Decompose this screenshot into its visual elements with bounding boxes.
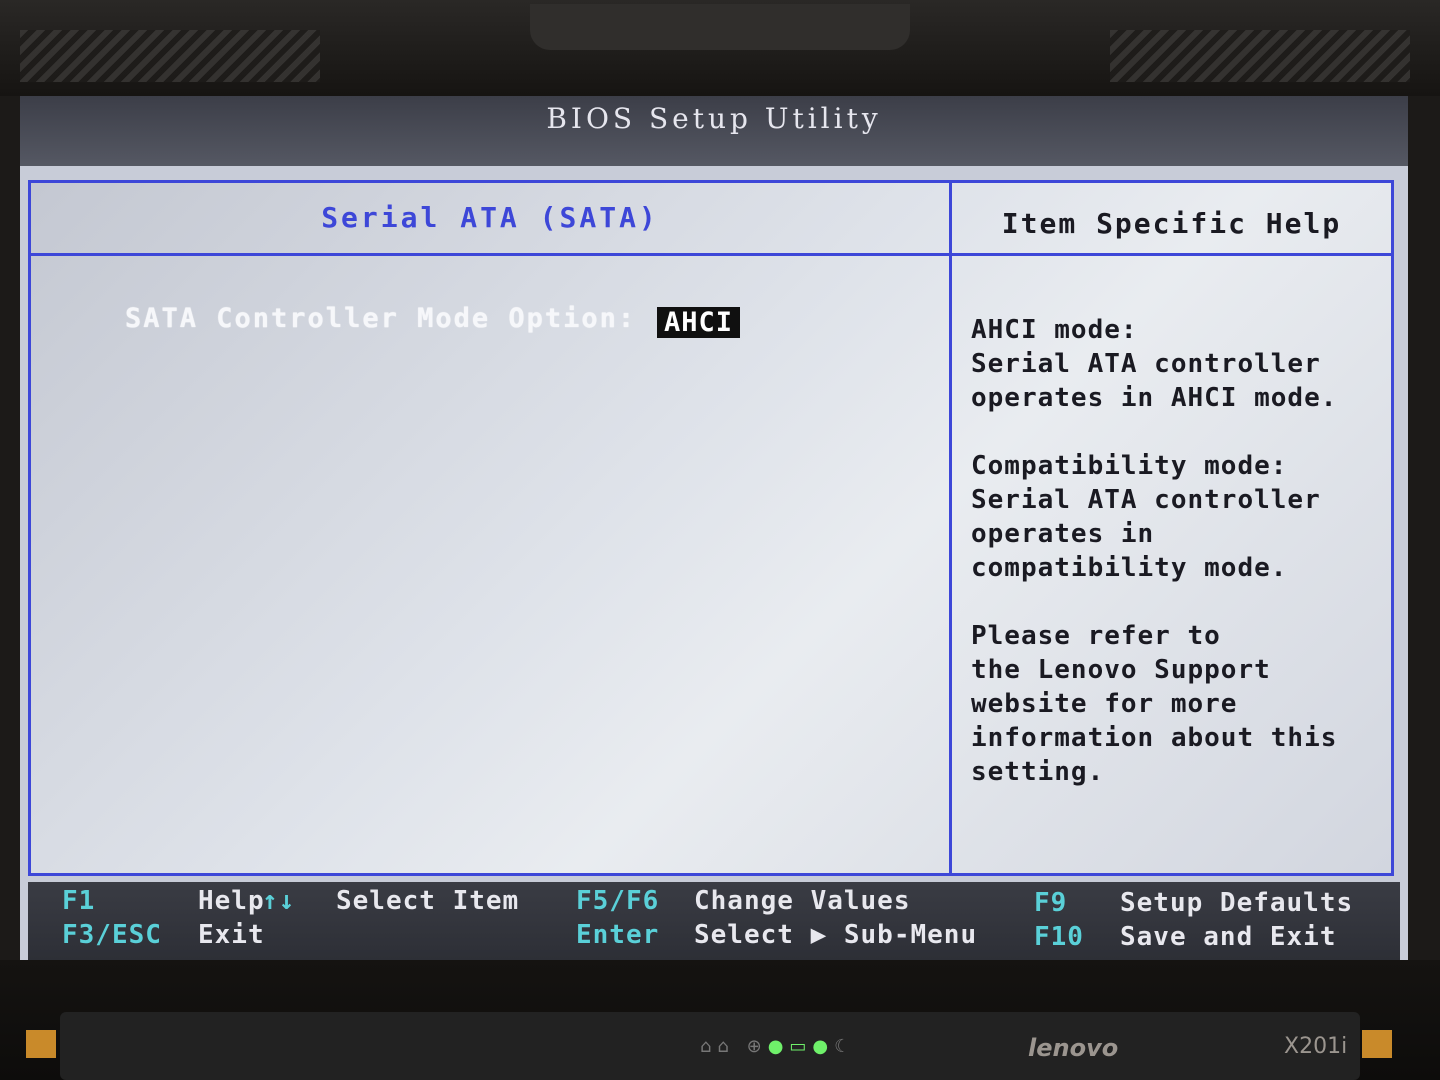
help-title: Item Specific Help xyxy=(1001,207,1342,240)
power-led-icon: ●▭● xyxy=(767,1036,835,1057)
key-f3esc: F3/ESC xyxy=(62,920,162,950)
key-arrows-desc: Select Item xyxy=(336,886,520,916)
key-legend-footer: F1 Help ↑↓ Select Item F5/F6 Change Valu… xyxy=(28,882,1400,960)
camera-plate xyxy=(530,4,910,50)
key-f9-desc: Setup Defaults xyxy=(1120,888,1354,918)
sata-mode-option-label[interactable]: SATA Controller Mode Option: xyxy=(125,303,636,334)
help-paragraph-support: Please refer to the Lenovo Support websi… xyxy=(971,621,1338,787)
vent-grille-left xyxy=(20,30,320,82)
sata-mode-option-value[interactable]: AHCI xyxy=(657,307,741,338)
key-f10-desc: Save and Exit xyxy=(1120,922,1337,952)
key-f3esc-desc: Exit xyxy=(198,920,265,950)
lock-icon: ⌂⌂ xyxy=(700,1036,735,1057)
arrow-keys-icon: ↑↓ xyxy=(262,886,296,916)
help-divider xyxy=(949,183,952,873)
key-f5f6: F5/F6 xyxy=(576,886,660,916)
sleep-icon: ☾ xyxy=(834,1036,857,1057)
key-f1-desc: Help xyxy=(198,886,265,916)
section-title: Serial ATA (SATA) xyxy=(321,201,659,234)
model-label: X201i xyxy=(1284,1034,1348,1059)
help-paragraph-ahci: AHCI mode: Serial ATA controller operate… xyxy=(971,315,1338,413)
key-enter: Enter xyxy=(576,920,660,950)
key-f10: F10 xyxy=(1034,922,1084,952)
key-enter-desc: Select ▶ Sub-Menu xyxy=(694,920,978,950)
latch-right xyxy=(1362,1030,1392,1058)
laptop-bezel-top xyxy=(0,0,1440,96)
header-divider xyxy=(31,253,1391,256)
key-f5f6-desc: Change Values xyxy=(694,886,911,916)
main-panel: Serial ATA (SATA) Item Specific Help SAT… xyxy=(28,180,1394,876)
vent-grille-right xyxy=(1110,30,1410,82)
bios-screen: BIOS Setup Utility Serial ATA (SATA) Ite… xyxy=(20,96,1408,962)
latch-left xyxy=(26,1030,56,1058)
title-bar: BIOS Setup Utility xyxy=(20,96,1408,166)
help-paragraph-compat: Compatibility mode: Serial ATA controlle… xyxy=(971,451,1321,583)
power-icon: ⊕ xyxy=(746,1036,768,1057)
key-f1: F1 xyxy=(62,886,96,916)
status-leds: ⌂⌂ ⊕●▭●☾ xyxy=(700,1036,856,1057)
key-f9: F9 xyxy=(1034,888,1068,918)
help-text: AHCI mode: Serial ATA controller operate… xyxy=(971,313,1381,823)
page-title: BIOS Setup Utility xyxy=(546,102,882,135)
brand-logo: lenovo xyxy=(1028,1034,1119,1062)
